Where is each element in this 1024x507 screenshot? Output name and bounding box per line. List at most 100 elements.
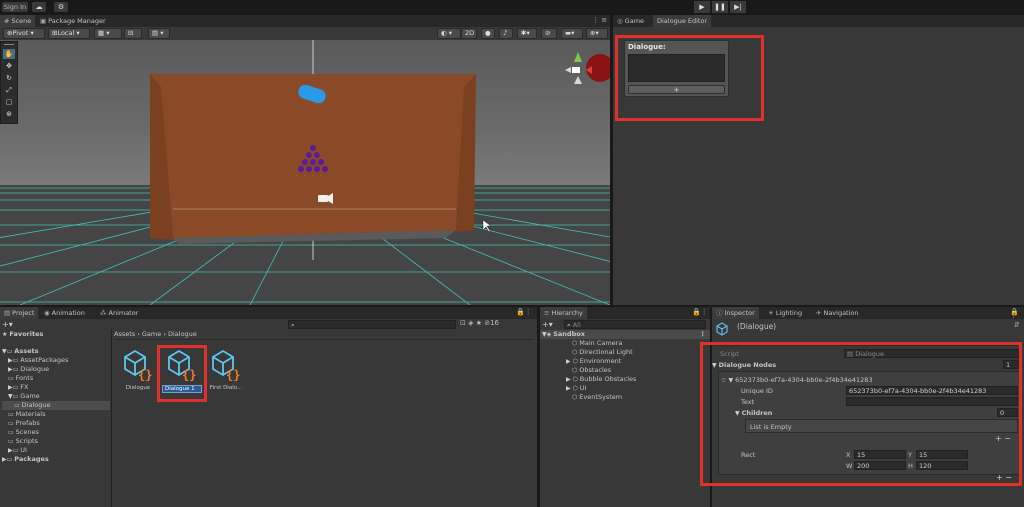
- splitter[interactable]: [111, 329, 112, 507]
- packages-root[interactable]: ▶▭ Packages: [2, 455, 110, 464]
- tab-game[interactable]: ◎ Game: [613, 15, 648, 27]
- tree-item[interactable]: ▶▭ AssetPackages: [2, 356, 110, 365]
- remove-child-button[interactable]: −: [1004, 434, 1011, 443]
- tree-item[interactable]: ▭ Scenes: [2, 428, 110, 437]
- draw-mode-dropdown[interactable]: ◐ ▾: [437, 28, 461, 39]
- breadcrumb-dialogue[interactable]: Dialogue: [168, 330, 197, 338]
- tab-hierarchy[interactable]: ≡ Hierarchy: [540, 307, 587, 319]
- tab-lighting[interactable]: ☀ Lighting: [764, 307, 806, 319]
- grid-snap-button[interactable]: ▦ ▾: [94, 28, 122, 39]
- hand-tool-icon[interactable]: ✋: [3, 49, 15, 59]
- 2d-toggle[interactable]: 2D: [461, 28, 477, 39]
- play-button[interactable]: ▶: [694, 1, 710, 13]
- create-asset-button[interactable]: +▾: [2, 320, 13, 329]
- svg-text:{}: {}: [182, 368, 196, 382]
- lighting-toggle[interactable]: ●: [481, 28, 495, 39]
- children-count-field[interactable]: 0: [997, 408, 1018, 417]
- dialogue-node[interactable]: Dialogue: +: [624, 40, 729, 97]
- project-search-input[interactable]: ⌕: [288, 320, 456, 329]
- camera-dropdown[interactable]: ▬▾: [561, 28, 583, 39]
- tab-scene[interactable]: # Scene: [0, 15, 36, 27]
- pivot-dropdown[interactable]: ⊕Pivot ▾: [3, 28, 45, 39]
- scale-tool-icon[interactable]: ⤢: [3, 85, 15, 95]
- tree-item[interactable]: ▶▭ FX: [2, 383, 110, 392]
- assets-root[interactable]: ▼▭ Assets: [2, 347, 110, 356]
- transform-tool-icon[interactable]: ⊛: [3, 109, 15, 119]
- rect-y-field[interactable]: 15: [916, 450, 968, 459]
- asset-item[interactable]: {} Dialogue 1: [162, 348, 202, 393]
- local-dropdown[interactable]: ⊞Local ▾: [48, 28, 90, 39]
- hierarchy-item[interactable]: ▶ ⬡ UI: [540, 384, 710, 393]
- tree-item[interactable]: ▶▭ Dialogue: [2, 365, 110, 374]
- gameobject-icon: ⬡: [572, 394, 578, 401]
- asset-item[interactable]: {} Dialogue: [118, 348, 158, 391]
- tree-item[interactable]: ▼▭ Game: [2, 392, 110, 401]
- dialogue-nodes-foldout[interactable]: ▼ Dialogue Nodes: [712, 361, 776, 369]
- asset-rename-field[interactable]: Dialogue 1: [162, 385, 202, 393]
- rect-tool-icon[interactable]: ▢: [3, 97, 15, 107]
- rotate-tool-icon[interactable]: ↻: [3, 73, 15, 83]
- sign-in-button[interactable]: Sign In: [2, 2, 28, 12]
- hierarchy-item[interactable]: ▶ ⬡ Bubble Obstacles: [540, 375, 710, 384]
- tab-animator[interactable]: ⁂ Animator: [96, 307, 142, 319]
- hierarchy-lock-icon[interactable]: 🔒⋮: [692, 308, 708, 316]
- scene-menu-icon[interactable]: ⋮: [700, 330, 707, 339]
- add-node-element-button[interactable]: +: [996, 473, 1003, 482]
- remove-node-element-button[interactable]: −: [1005, 473, 1012, 482]
- tab-package-manager[interactable]: ▣ Package Manager: [36, 15, 110, 27]
- inspector-settings-icon[interactable]: ⇵: [1014, 321, 1020, 329]
- breadcrumb-assets[interactable]: Assets: [114, 330, 135, 338]
- hierarchy-item[interactable]: ⬡ Obstacles: [540, 366, 710, 375]
- audio-toggle[interactable]: ♪: [499, 28, 513, 39]
- tree-item[interactable]: ▭ Scripts: [2, 437, 110, 446]
- hierarchy-item[interactable]: ⬡ Directional Light: [540, 348, 710, 357]
- lock-icon[interactable]: 🔒⋮: [516, 308, 532, 316]
- collab-icon[interactable]: ⚙: [54, 2, 68, 12]
- node-element-foldout[interactable]: ≡ ▼ 652373b0-ef7a-4304-bb0e-2f4b34e41283: [721, 376, 873, 384]
- pause-button[interactable]: ❚❚: [712, 1, 728, 13]
- text-field[interactable]: [846, 397, 1018, 406]
- scene-label: Sandbox: [553, 330, 585, 338]
- add-node-button[interactable]: +: [628, 85, 725, 94]
- tab-dialogue-editor[interactable]: Dialogue Editor: [653, 15, 712, 27]
- add-child-button[interactable]: +: [995, 434, 1002, 443]
- tab-navigation[interactable]: ✈ Navigation: [812, 307, 863, 319]
- scene-view[interactable]: ✋ ✥ ↻ ⤢ ▢ ⊛: [0, 40, 610, 305]
- hierarchy-item[interactable]: ⬡ Main Camera: [540, 339, 710, 348]
- unique-id-field[interactable]: 652373b0-ef7a-4304-bb0e-2f4b34e41283: [846, 386, 1018, 395]
- hierarchy-create-button[interactable]: +▾: [542, 320, 553, 329]
- tree-item[interactable]: ▭ Materials: [2, 410, 110, 419]
- scene-root[interactable]: ▼◈ Sandbox ⋮: [540, 330, 710, 339]
- tab-inspector[interactable]: ⓘ Inspector: [712, 307, 759, 319]
- favorites-header[interactable]: ★ Favorites: [2, 330, 110, 339]
- rect-h-field[interactable]: 120: [916, 461, 968, 470]
- hierarchy-item[interactable]: ▶ ⬡ Environment: [540, 357, 710, 366]
- tree-item[interactable]: ▭ Fonts: [2, 374, 110, 383]
- tab-project[interactable]: ▤ Project: [0, 307, 39, 319]
- cloud-icon[interactable]: ☁: [32, 2, 46, 12]
- snap-increment-button[interactable]: ⊟: [124, 28, 142, 39]
- breadcrumb-game[interactable]: Game: [142, 330, 161, 338]
- tree-item[interactable]: ▭ Prefabs: [2, 419, 110, 428]
- gizmos-dropdown[interactable]: ⊕▾: [586, 28, 608, 39]
- step-button[interactable]: ▶|: [730, 1, 746, 13]
- tab-animation[interactable]: ◉ Animation: [40, 307, 89, 319]
- dialogue-text-area[interactable]: [628, 54, 725, 82]
- project-toolbar-icons[interactable]: ⊡ ◈ ★ ⊘16: [460, 319, 499, 327]
- rect-x-field[interactable]: 15: [854, 450, 906, 459]
- more-options-icon[interactable]: ⋮ ≡: [592, 16, 607, 24]
- palette-grip[interactable]: [4, 44, 14, 45]
- tree-item[interactable]: ▶▭ UI: [2, 446, 110, 455]
- tree-item[interactable]: ▭ Dialogue: [2, 401, 110, 410]
- hierarchy-item[interactable]: ⬡ EventSystem: [540, 393, 710, 402]
- grid-visibility-button[interactable]: ▤ ▾: [148, 28, 170, 39]
- rect-w-field[interactable]: 200: [854, 461, 906, 470]
- children-foldout[interactable]: ▼ Children: [735, 409, 772, 417]
- move-tool-icon[interactable]: ✥: [3, 61, 15, 71]
- hidden-objects-toggle[interactable]: ⊘: [541, 28, 557, 39]
- asset-item[interactable]: {} First Dialo...: [206, 348, 246, 391]
- hierarchy-search-input[interactable]: ⌕ All: [564, 320, 706, 329]
- effects-dropdown[interactable]: ✱▾: [517, 28, 537, 39]
- tree-item-label: Scenes: [15, 428, 39, 436]
- nodes-count-field[interactable]: 1: [1003, 360, 1020, 369]
